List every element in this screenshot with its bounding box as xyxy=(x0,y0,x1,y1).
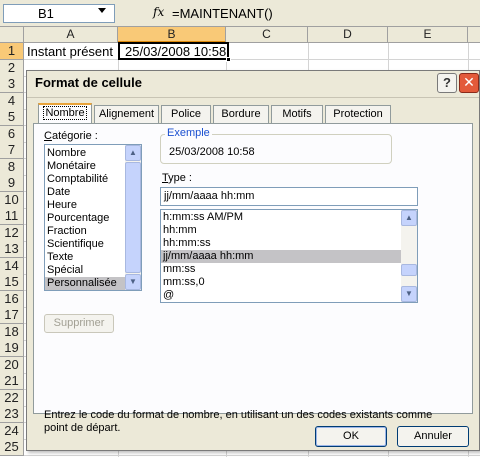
row-header[interactable]: 8 xyxy=(0,158,24,176)
column-header-c[interactable]: C xyxy=(226,27,308,43)
category-item[interactable]: Pourcentage xyxy=(47,212,125,225)
row-header[interactable]: 5 xyxy=(0,109,24,126)
category-item[interactable]: Date xyxy=(47,186,125,199)
cancel-button[interactable]: Annuler xyxy=(397,426,469,447)
category-item[interactable]: Nombre xyxy=(47,147,125,160)
category-item[interactable]: Personnalisée xyxy=(45,277,125,290)
category-list[interactable]: Nombre Monétaire Comptabilité Date Heure Pour… xyxy=(44,144,142,291)
row-header[interactable]: 9 xyxy=(0,175,24,192)
type-item[interactable]: hh:mm:ss xyxy=(163,237,399,250)
row-header[interactable]: 3 xyxy=(0,76,24,93)
name-box-value: B1 xyxy=(38,6,54,21)
row-header[interactable]: 17 xyxy=(0,307,24,324)
row-header[interactable]: 10 xyxy=(0,191,24,209)
type-item[interactable]: h:mm:ss AM/PM xyxy=(163,211,399,224)
row-header[interactable]: 6 xyxy=(0,125,24,143)
row-header[interactable]: 11 xyxy=(0,208,24,225)
category-label: Catégorie : xyxy=(44,130,98,142)
ok-button[interactable]: OK xyxy=(315,426,387,447)
example-group: Exemple 25/03/2008 10:58 xyxy=(160,127,392,164)
tab-motifs[interactable]: Motifs xyxy=(271,105,323,123)
tab-label: Nombre xyxy=(43,106,87,120)
category-item[interactable]: Fraction xyxy=(47,225,125,238)
category-label-accel: C xyxy=(44,130,52,142)
scroll-down-icon[interactable]: ▼ xyxy=(125,274,141,290)
type-item[interactable]: mm:ss,0 xyxy=(163,276,399,289)
delete-button[interactable]: Supprimer xyxy=(44,314,114,333)
example-value: 25/03/2008 10:58 xyxy=(169,146,255,158)
category-item[interactable]: Spécial xyxy=(47,264,125,277)
type-list[interactable]: h:mm:ss AM/PM hh:mm hh:mm:ss jj/mm/aaaa hh:… xyxy=(160,209,418,303)
category-item[interactable]: Heure xyxy=(47,199,125,212)
row-header[interactable]: 4 xyxy=(0,92,24,110)
format-cells-dialog: Format de cellule ? ✕ Nombre Alignement … xyxy=(26,70,480,451)
row-header[interactable]: 1 xyxy=(0,43,24,60)
scroll-up-icon[interactable]: ▲ xyxy=(401,210,417,226)
type-label: Type : xyxy=(162,172,192,184)
gridline xyxy=(24,59,480,60)
tab-bordure[interactable]: Bordure xyxy=(213,105,269,123)
dialog-title: Format de cellule xyxy=(35,75,142,90)
tab-protection[interactable]: Protection xyxy=(325,105,391,123)
row-header[interactable]: 13 xyxy=(0,241,24,258)
row-header[interactable]: 15 xyxy=(0,274,24,291)
scroll-down-icon[interactable]: ▼ xyxy=(401,286,417,302)
category-item[interactable]: Scientifique xyxy=(47,238,125,251)
title-divider xyxy=(27,97,479,98)
column-header-d[interactable]: D xyxy=(308,27,388,43)
row-header[interactable]: 19 xyxy=(0,340,24,357)
category-label-text: atégorie : xyxy=(51,130,98,142)
type-input[interactable]: jj/mm/aaaa hh:mm xyxy=(160,187,418,206)
category-scrollbar[interactable]: ▲ ▼ xyxy=(125,145,141,290)
fx-icon[interactable]: fx xyxy=(153,5,164,19)
row-header[interactable]: 7 xyxy=(0,142,24,159)
cell-b1-selected[interactable]: 25/03/2008 10:58 xyxy=(118,42,231,62)
row-header[interactable]: 23 xyxy=(0,406,24,423)
type-scrollbar[interactable]: ▲ ▼ xyxy=(401,210,417,302)
name-box[interactable]: B1 xyxy=(3,4,115,23)
cell-b1-value: 25/03/2008 10:58 xyxy=(125,44,227,59)
column-header-e[interactable]: E xyxy=(388,27,468,43)
column-header-a[interactable]: A xyxy=(24,27,118,43)
row-header[interactable]: 21 xyxy=(0,373,24,390)
row-header[interactable]: 22 xyxy=(0,389,24,407)
gridline xyxy=(24,455,480,456)
column-header-b[interactable]: B xyxy=(118,27,226,43)
scrollbar-thumb[interactable] xyxy=(401,264,417,276)
row-header[interactable]: 12 xyxy=(0,224,24,242)
tab-panel-nombre: Catégorie : Nombre Monétaire Comptabilité D… xyxy=(33,123,473,434)
cell-a1[interactable]: Instant présent xyxy=(27,44,113,59)
row-header[interactable]: 2 xyxy=(0,59,24,77)
row-header[interactable]: 25 xyxy=(0,439,24,456)
fill-handle[interactable] xyxy=(226,57,231,62)
category-item[interactable]: Comptabilité xyxy=(47,173,125,186)
row-header[interactable]: 16 xyxy=(0,290,24,308)
type-item[interactable]: hh:mm xyxy=(163,224,399,237)
category-item[interactable]: Texte xyxy=(47,251,125,264)
type-item[interactable]: jj/mm/aaaa hh:mm xyxy=(161,250,401,263)
chevron-down-icon[interactable] xyxy=(98,8,106,13)
scroll-up-icon[interactable]: ▲ xyxy=(125,145,141,161)
category-item[interactable]: Monétaire xyxy=(47,160,125,173)
type-item[interactable]: mm:ss xyxy=(163,263,399,276)
row-header[interactable]: 14 xyxy=(0,257,24,275)
type-item[interactable]: @ xyxy=(163,289,399,302)
example-label: Exemple xyxy=(165,127,212,139)
type-label-text: ype : xyxy=(168,172,192,184)
scrollbar-thumb[interactable] xyxy=(125,162,141,273)
close-button[interactable]: ✕ xyxy=(459,73,479,93)
row-header[interactable]: 18 xyxy=(0,323,24,341)
formula-input[interactable]: =MAINTENANT() xyxy=(172,6,273,21)
tab-police[interactable]: Police xyxy=(161,105,211,123)
select-all-corner[interactable] xyxy=(0,27,24,43)
help-button[interactable]: ? xyxy=(437,73,457,93)
row-header[interactable]: 20 xyxy=(0,356,24,374)
formula-bar: B1 fx =MAINTENANT() xyxy=(0,0,480,27)
row-header[interactable]: 24 xyxy=(0,422,24,440)
column-header-f[interactable] xyxy=(468,27,480,43)
tab-alignement[interactable]: Alignement xyxy=(94,105,159,123)
tab-nombre[interactable]: Nombre xyxy=(38,103,92,124)
